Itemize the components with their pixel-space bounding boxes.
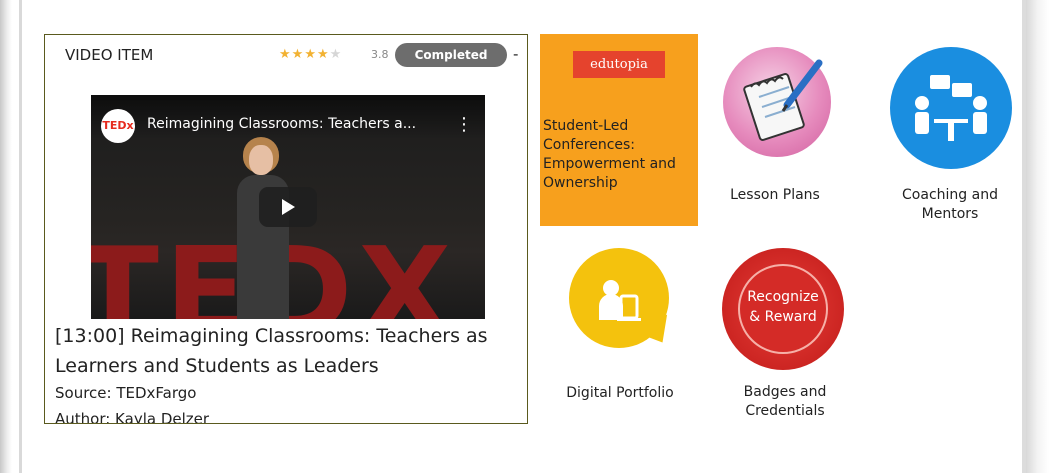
play-button[interactable] xyxy=(259,187,317,227)
video-player[interactable]: TEDX TEDx Reimagining Classrooms: Teache… xyxy=(91,95,485,319)
completed-status-badge[interactable]: Completed xyxy=(395,43,507,67)
badge-text: Recognize & Reward xyxy=(722,287,844,327)
left-edge-shadow xyxy=(0,0,12,473)
portfolio-graphic xyxy=(599,280,641,321)
badge-line-2: & Reward xyxy=(749,309,817,325)
edutopia-resource-tile[interactable]: edutopia Student-Led Conferences: Empowe… xyxy=(540,34,698,226)
coaching-mentors-label[interactable]: Coaching and Mentors xyxy=(880,186,1020,224)
star-empty-icon[interactable]: ★ xyxy=(330,47,343,62)
portfolio-circle xyxy=(569,248,669,348)
left-border xyxy=(19,0,22,473)
item-type-label: VIDEO ITEM xyxy=(65,46,154,64)
rating-value: 3.8 xyxy=(371,48,389,61)
star-icon[interactable]: ★ xyxy=(292,47,305,62)
lesson-plans-label[interactable]: Lesson Plans xyxy=(705,186,845,205)
badges-credentials-label[interactable]: Badges and Credentials xyxy=(715,383,855,421)
video-source: Source: TEDxFargo xyxy=(55,384,197,402)
star-icon[interactable]: ★ xyxy=(304,47,317,62)
play-icon[interactable] xyxy=(282,199,295,215)
edutopia-logo: edutopia xyxy=(573,51,665,78)
coaching-mentors-tile[interactable]: Coaching and Mentors xyxy=(880,47,1020,227)
lesson-plans-tile[interactable]: Lesson Plans xyxy=(705,47,845,207)
right-edge-shadow xyxy=(1026,0,1049,473)
seal-badge-icon[interactable]: Recognize & Reward xyxy=(722,248,844,370)
star-rating[interactable]: ★★★★★ xyxy=(279,47,342,62)
digital-portfolio-tile[interactable]: Digital Portfolio xyxy=(550,248,690,408)
menu-kebab-icon[interactable]: ⋮ xyxy=(455,114,473,135)
edutopia-tile-label[interactable]: Student-Led Conferences: Empowerment and… xyxy=(543,117,695,193)
portfolio-person-icon[interactable] xyxy=(569,248,679,358)
meeting-people-graphic xyxy=(915,75,987,141)
notepad-pencil-graphic xyxy=(743,59,823,141)
star-icon[interactable]: ★ xyxy=(279,47,292,62)
badges-credentials-tile[interactable]: Recognize & Reward Badges and Credential… xyxy=(715,248,855,428)
speaker-head xyxy=(249,145,273,175)
meeting-people-icon[interactable] xyxy=(890,47,1012,169)
badge-line-1: Recognize xyxy=(747,289,819,305)
video-title-link[interactable]: Reimagining Classrooms: Teachers a... xyxy=(147,116,447,132)
video-item-card[interactable]: VIDEO ITEM ★★★★★ 3.8 Completed - TEDX TE… xyxy=(44,34,528,424)
video-author: Author: Kayla Delzer xyxy=(55,410,210,424)
star-icon[interactable]: ★ xyxy=(317,47,330,62)
tedx-channel-logo[interactable]: TEDx xyxy=(101,109,135,143)
notepad-pencil-icon[interactable] xyxy=(723,47,831,157)
trailing-dash: - xyxy=(513,45,519,63)
digital-portfolio-label[interactable]: Digital Portfolio xyxy=(550,384,690,403)
video-item-title[interactable]: [13:00] Reimagining Classrooms: Teachers… xyxy=(55,321,517,381)
